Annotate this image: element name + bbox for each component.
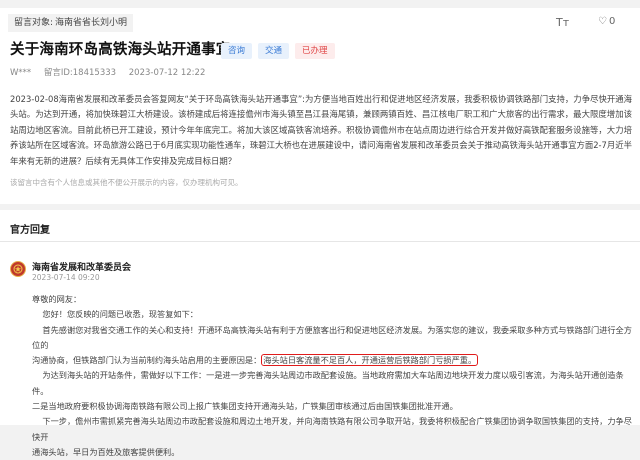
message-timestamp: 2023-07-12 12:22 <box>128 68 206 78</box>
reply-paragraph: 首先感谢您对我省交通工作的关心和支持！开通环岛高铁海头站有利于方便旅客出行和促进… <box>32 324 632 350</box>
status-badge: 已办理 <box>295 43 335 59</box>
reply-paragraph: 您好！您反映的问题已收悉，现答复如下： <box>42 309 198 320</box>
font-size-icon[interactable]: Tт <box>556 16 569 29</box>
privacy-notice: 该留言中含有个人信息或其他不便公开展示的内容，仅办理机构可见。 <box>10 178 243 187</box>
tag-list: 咨询 交通 已办理 <box>221 43 335 59</box>
message-card: 留言对象: 海南省省长刘小明 Tт ♡ 0 关于海南环岛高铁海头站开通事宜 咨询 交… <box>0 8 640 204</box>
recipient-value[interactable]: 海南省省长刘小明 <box>55 18 127 28</box>
author: W*** <box>10 68 32 78</box>
reply-date: 2023-07-14 09:20 <box>32 273 100 282</box>
highlighted-reason: 海头站日客流量不足百人，开通运营后铁路部门亏损严重。 <box>261 354 479 367</box>
reply-paragraph: 二是当地政府要积极协调海南铁路有限公司上报广铁集团支持开通海头站，广铁集团审核通… <box>32 401 458 412</box>
recipient-bar: 留言对象: 海南省省长刘小明 <box>8 14 134 32</box>
divider <box>0 241 640 242</box>
reply-paragraph: 沟通协商，但铁路部门认为当前制约海头站启用的主要原因是： 海头站日客流量不足百人，… <box>32 354 479 367</box>
page: 留言对象: 海南省省长刘小明 Tт ♡ 0 关于海南环岛高铁海头站开通事宜 咨询 交… <box>0 0 640 457</box>
reply-greeting: 尊敬的网友： <box>32 294 82 304</box>
reply-body: 尊敬的网友： 您好！您反映的问题已收悉，现答复如下： 首先感谢您对我省交通工作的… <box>32 292 634 460</box>
reply-paragraph: 为达到海头站的开站条件，需做好以下工作：一是进一步完善海头站周边市政配套设施。当… <box>32 370 624 396</box>
like-button[interactable]: ♡ 0 <box>598 16 615 27</box>
page-title: 关于海南环岛高铁海头站开通事宜 <box>10 42 231 58</box>
official-reply-card: 官方回复 海南省发展和改革委员会 2023-07-14 09:20 尊敬的网友：… <box>0 210 640 457</box>
reply-section-title: 官方回复 <box>10 225 50 236</box>
message-content: 2023-02-08海南省发展和改革委员会答复网友“关于环岛高铁海头站开通事宜”… <box>10 94 633 166</box>
reply-paragraph: 通海头站，早日为百姓及旅客提供便利。 <box>32 446 180 457</box>
like-count: 0 <box>608 16 616 27</box>
recipient-label: 留言对象: <box>14 18 54 28</box>
department-name: 海南省发展和改革委员会 <box>32 263 132 273</box>
department-emblem-icon <box>10 261 26 277</box>
message-id: 留言ID:18415333 <box>43 68 117 78</box>
tag-consult[interactable]: 咨询 <box>221 43 253 59</box>
message-meta: W*** 留言ID:18415333 2023-07-12 12:22 <box>10 66 215 78</box>
reply-paragraph: 下一步，儋州市需抓紧完善海头站周边市政配套设施和周边土地开发，并向海南铁路有限公… <box>32 416 632 442</box>
tag-transport[interactable]: 交通 <box>258 43 290 59</box>
heart-icon: ♡ <box>598 16 607 27</box>
